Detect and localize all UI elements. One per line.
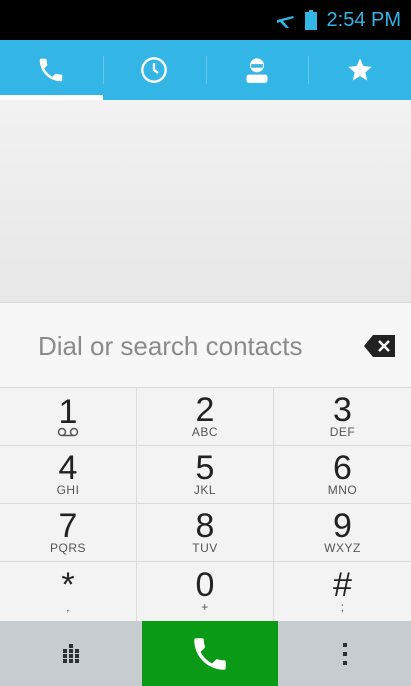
key-letters: WXYZ: [324, 540, 361, 555]
key-0[interactable]: 0 +: [137, 562, 274, 621]
key-4[interactable]: 4 GHI: [0, 446, 137, 504]
status-icons: 2:54 PM: [275, 0, 401, 40]
clock-icon: [141, 57, 167, 83]
action-bar: [0, 621, 411, 686]
phone-icon: [194, 637, 226, 670]
key-letters: ,: [66, 599, 70, 614]
overflow-menu-button[interactable]: [278, 621, 411, 686]
key-digit: 2: [195, 390, 215, 429]
tab-dialpad[interactable]: [0, 40, 103, 100]
dialpad-icon: [63, 643, 79, 663]
key-9[interactable]: 9 WXYZ: [274, 504, 411, 562]
key-letters: ABC: [191, 424, 219, 439]
key-digit: 1: [58, 392, 78, 431]
key-letters: ;: [340, 599, 345, 614]
key-letters: +: [201, 599, 209, 614]
tab-recents[interactable]: [102, 40, 206, 100]
key-digit: 5: [195, 448, 215, 487]
dial-field[interactable]: Dial or search contacts: [0, 302, 411, 388]
key-digit: 8: [195, 506, 215, 545]
key-3[interactable]: 3 DEF: [274, 388, 411, 446]
tab-favorites[interactable]: [308, 40, 411, 100]
key-digit: 0: [195, 565, 215, 604]
battery-icon: [304, 10, 317, 30]
key-letters: JKL: [193, 482, 217, 497]
call-button[interactable]: [142, 621, 278, 686]
key-6[interactable]: 6 MNO: [274, 446, 411, 504]
key-5[interactable]: 5 JKL: [137, 446, 274, 504]
keypad: 1 2 ABC 3 DEF 4 GHI 5 JKL 6 MNO 7 PQRS 8…: [0, 388, 411, 621]
key-letters: PQRS: [49, 540, 86, 555]
key-digit: #: [333, 565, 352, 604]
voicemail-icon: [57, 427, 79, 436]
key-digit: 9: [333, 506, 352, 545]
clock-time: 2:54 PM: [326, 8, 401, 31]
backspace-icon[interactable]: [363, 334, 397, 358]
tab-contacts[interactable]: [205, 40, 309, 100]
key-digit: 7: [58, 506, 78, 545]
status-bar: 2:54 PM: [0, 0, 411, 40]
key-8[interactable]: 8 TUV: [137, 504, 274, 562]
key-letters: MNO: [327, 482, 358, 497]
airplane-mode-icon: [276, 16, 294, 28]
star-icon: [347, 58, 372, 81]
dialpad-toggle-button[interactable]: [0, 621, 142, 686]
key-hash[interactable]: # ;: [274, 562, 411, 621]
search-input[interactable]: Dial or search contacts: [38, 303, 302, 389]
dialer-empty-area: [0, 100, 411, 302]
tab-bar: [0, 40, 411, 100]
phone-icon: [40, 58, 63, 82]
key-star[interactable]: * ,: [0, 562, 137, 621]
key-1[interactable]: 1: [0, 388, 137, 446]
key-2[interactable]: 2 ABC: [137, 388, 274, 446]
contact-icon: [246, 58, 268, 83]
key-digit: *: [61, 565, 75, 604]
key-digit: 4: [58, 448, 78, 487]
key-letters: DEF: [329, 424, 356, 439]
key-letters: TUV: [192, 540, 218, 555]
key-digit: 3: [333, 390, 352, 429]
key-7[interactable]: 7 PQRS: [0, 504, 137, 562]
more-vert-icon: [342, 642, 347, 665]
key-digit: 6: [333, 448, 352, 487]
key-letters: GHI: [56, 482, 80, 497]
